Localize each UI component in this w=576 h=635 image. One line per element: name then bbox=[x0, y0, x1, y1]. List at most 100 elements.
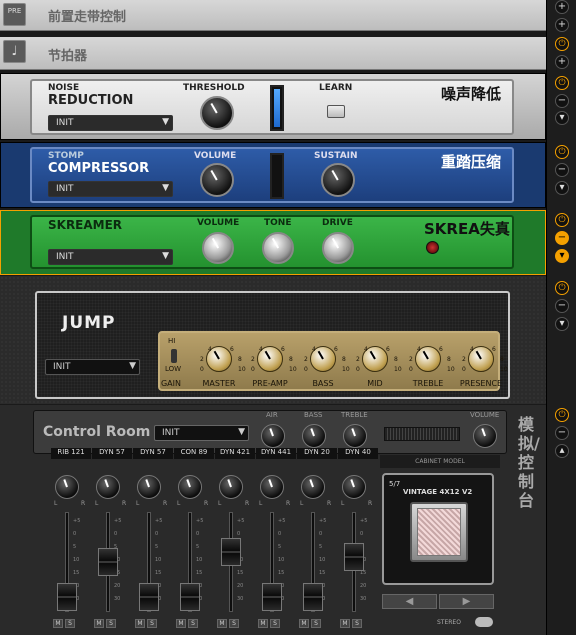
noise-preset-dropdown[interactable]: INIT ▼ bbox=[48, 115, 173, 131]
cabinet-image[interactable] bbox=[410, 502, 468, 562]
amp-preset-dropdown[interactable]: INIT ▼ bbox=[45, 359, 140, 375]
channel-pan-knob[interactable] bbox=[342, 475, 366, 499]
comp-volume-label: VOLUME bbox=[194, 151, 237, 161]
power-icon[interactable]: ⏻ bbox=[555, 281, 569, 295]
cr-treble-knob[interactable] bbox=[343, 424, 367, 448]
amp-scale-tick: 10 bbox=[394, 366, 402, 373]
pre-transport-strip[interactable]: PRE 前置走带控制 bbox=[0, 0, 546, 31]
comp-volume-knob[interactable] bbox=[200, 163, 234, 197]
metronome-strip[interactable]: ♩ 节拍器 bbox=[0, 37, 546, 70]
amp-scale-tick: 4 bbox=[417, 346, 421, 353]
amp-scale-tick: 10 bbox=[447, 366, 455, 373]
fader-scale-tick: 15 bbox=[237, 570, 244, 576]
fader-scale-tick: 0 bbox=[114, 531, 118, 537]
chevron-down-icon[interactable]: ▾ bbox=[555, 111, 569, 125]
chevron-down-icon[interactable]: ▾ bbox=[555, 249, 569, 263]
solo-button[interactable]: S bbox=[229, 619, 239, 628]
skreamer-volume-knob[interactable] bbox=[202, 232, 234, 264]
amp-scale-tick: 2 bbox=[356, 356, 360, 363]
cr-bass-knob[interactable] bbox=[302, 424, 326, 448]
channel-label: DYN 441 bbox=[256, 448, 296, 459]
channel-fader[interactable] bbox=[344, 543, 364, 571]
mute-button[interactable]: M bbox=[135, 619, 145, 628]
channel-label: CON 89 bbox=[174, 448, 214, 459]
solo-button[interactable]: S bbox=[106, 619, 116, 628]
pan-l-label: L bbox=[177, 500, 181, 507]
solo-button[interactable]: S bbox=[188, 619, 198, 628]
chevron-up-icon[interactable]: ▴ bbox=[555, 444, 569, 458]
solo-button[interactable]: S bbox=[147, 619, 157, 628]
fader-scale-tick: 0 bbox=[278, 531, 282, 537]
mute-button[interactable]: M bbox=[217, 619, 227, 628]
channel-fader[interactable] bbox=[180, 583, 200, 611]
sustain-knob[interactable] bbox=[321, 163, 355, 197]
mixer-channel: DYN 441LR+50510152030MS bbox=[256, 448, 297, 633]
hi-label: HI bbox=[168, 337, 176, 345]
amp-name: JUMP bbox=[62, 313, 116, 333]
pan-l-label: L bbox=[218, 500, 222, 507]
drive-label: DRIVE bbox=[322, 218, 353, 228]
solo-button[interactable]: S bbox=[270, 619, 280, 628]
power-icon[interactable]: ⏻ bbox=[555, 213, 569, 227]
channel-fader[interactable] bbox=[262, 583, 282, 611]
cr-volume-knob[interactable] bbox=[473, 424, 497, 448]
fader-scale-tick: 10 bbox=[278, 557, 285, 563]
mute-button[interactable]: M bbox=[299, 619, 309, 628]
amp-scale-tick: 10 bbox=[238, 366, 246, 373]
stereo-toggle[interactable] bbox=[475, 617, 493, 627]
pan-l-label: L bbox=[341, 500, 345, 507]
solo-button[interactable]: S bbox=[311, 619, 321, 628]
mute-button[interactable]: M bbox=[340, 619, 350, 628]
cabinet-next-button[interactable]: ▶ bbox=[439, 594, 494, 609]
learn-button[interactable] bbox=[327, 105, 345, 118]
mute-button[interactable]: M bbox=[176, 619, 186, 628]
skreamer-preset-dropdown[interactable]: INIT ▼ bbox=[48, 249, 173, 265]
chevron-down-icon[interactable]: ▾ bbox=[555, 181, 569, 195]
add-icon[interactable]: + bbox=[555, 18, 569, 32]
air-knob[interactable] bbox=[261, 424, 285, 448]
threshold-knob[interactable] bbox=[200, 96, 234, 130]
channel-pan-knob[interactable] bbox=[301, 475, 325, 499]
channel-pan-knob[interactable] bbox=[55, 475, 79, 499]
channel-fader[interactable] bbox=[139, 583, 159, 611]
remove-icon[interactable]: − bbox=[555, 299, 569, 313]
channel-pan-knob[interactable] bbox=[96, 475, 120, 499]
channel-pan-knob[interactable] bbox=[219, 475, 243, 499]
chevron-down-icon[interactable]: ▾ bbox=[555, 317, 569, 331]
solo-button[interactable]: S bbox=[65, 619, 75, 628]
comp-preset-dropdown[interactable]: INIT ▼ bbox=[48, 181, 173, 197]
mute-button[interactable]: M bbox=[258, 619, 268, 628]
fader-scale-tick: +5 bbox=[196, 518, 204, 524]
remove-icon[interactable]: − bbox=[555, 426, 569, 440]
add-icon[interactable]: + bbox=[555, 55, 569, 69]
power-icon[interactable]: ⏻ bbox=[555, 76, 569, 90]
power-icon[interactable]: ⏻ bbox=[555, 145, 569, 159]
mute-button[interactable]: M bbox=[53, 619, 63, 628]
channel-pan-knob[interactable] bbox=[178, 475, 202, 499]
mixer-channel: DYN 57LR+50510152030MS bbox=[92, 448, 133, 633]
drive-knob[interactable] bbox=[322, 232, 354, 264]
fader-scale-tick: 5 bbox=[73, 544, 77, 550]
pan-r-label: R bbox=[286, 500, 291, 507]
channel-fader[interactable] bbox=[221, 538, 241, 566]
channel-pan-knob[interactable] bbox=[260, 475, 284, 499]
cabinet-prev-button[interactable]: ◀ bbox=[382, 594, 437, 609]
power-icon[interactable]: ⏻ bbox=[555, 408, 569, 422]
channel-label: DYN 421 bbox=[215, 448, 255, 459]
channel-pan-knob[interactable] bbox=[137, 475, 161, 499]
mute-button[interactable]: M bbox=[94, 619, 104, 628]
skreamer-unit: SKREAMER INIT ▼ VOLUME TONE DRIVE SKREA失真 bbox=[0, 210, 546, 275]
add-icon[interactable]: + bbox=[555, 0, 569, 14]
control-preset-dropdown[interactable]: INIT ▼ bbox=[154, 425, 249, 441]
power-icon[interactable]: ⏻ bbox=[555, 37, 569, 51]
channel-fader[interactable] bbox=[57, 583, 77, 611]
channel-fader[interactable] bbox=[303, 583, 323, 611]
solo-button[interactable]: S bbox=[352, 619, 362, 628]
amp-gain-label: GAIN bbox=[160, 379, 181, 388]
remove-icon[interactable]: − bbox=[555, 231, 569, 245]
remove-icon[interactable]: − bbox=[555, 163, 569, 177]
tone-knob[interactable] bbox=[262, 232, 294, 264]
gain-switch[interactable] bbox=[171, 349, 177, 363]
channel-fader[interactable] bbox=[98, 548, 118, 576]
remove-icon[interactable]: − bbox=[555, 94, 569, 108]
